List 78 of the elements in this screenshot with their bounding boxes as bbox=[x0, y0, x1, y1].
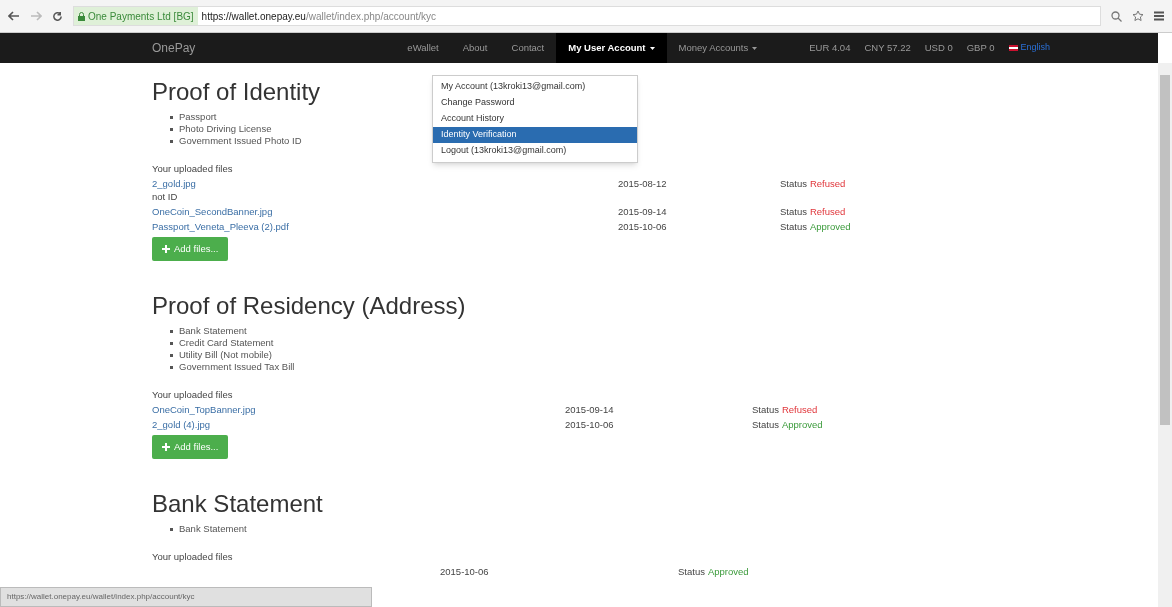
upload-date: 2015-09-14 bbox=[618, 205, 668, 218]
back-icon[interactable] bbox=[8, 11, 20, 21]
document-type: Utility Bill (Not mobile) bbox=[179, 349, 272, 361]
section-heading: Bank Statement bbox=[152, 489, 323, 519]
menu-item[interactable]: Identity Verification bbox=[433, 127, 637, 143]
nav-link[interactable]: My User Account bbox=[556, 33, 667, 63]
file-link[interactable]: OneCoin_SecondBanner.jpg bbox=[152, 205, 273, 218]
bullet-icon bbox=[170, 127, 173, 131]
status-value: Approved bbox=[707, 565, 749, 578]
file-link[interactable]: 2_gold.jpg bbox=[152, 177, 196, 190]
upload-date: 2015-09-14 bbox=[565, 403, 615, 416]
file-link[interactable]: 2_gold (4).jpg bbox=[152, 418, 211, 431]
caret-icon bbox=[752, 46, 758, 50]
reload-icon[interactable] bbox=[52, 10, 63, 22]
site-identity-badge[interactable]: One Payments Ltd [BG] bbox=[74, 7, 198, 25]
nav-link[interactable]: Contact bbox=[499, 33, 557, 63]
bullet-icon bbox=[170, 341, 173, 345]
scrollbar[interactable] bbox=[1158, 63, 1172, 607]
document-type: Bank Statement bbox=[179, 325, 247, 337]
nav-link[interactable]: About bbox=[450, 33, 500, 63]
document-type: Passport bbox=[179, 111, 217, 123]
caret-icon bbox=[649, 46, 655, 50]
document-type: Government Issued Photo ID bbox=[179, 135, 302, 147]
section-heading: Proof of Residency (Address) bbox=[152, 291, 466, 321]
plus-icon bbox=[162, 245, 170, 253]
balance-item[interactable]: GBP 0 bbox=[966, 40, 995, 56]
upload-date: 2015-10-06 bbox=[565, 418, 615, 431]
bullet-icon bbox=[170, 115, 173, 119]
address-bar[interactable]: One Payments Ltd [BG] https://wallet.onepay.eu/wallet/index.php/account/kyc bbox=[73, 6, 1101, 26]
status-value: Refused bbox=[809, 177, 846, 190]
file-link[interactable]: OneCoin_TopBanner.jpg bbox=[152, 403, 256, 416]
uploaded-files-label: Your uploaded files bbox=[152, 389, 233, 401]
plus-icon bbox=[162, 443, 170, 451]
status-label: Status bbox=[780, 205, 807, 218]
status-value: Refused bbox=[809, 205, 846, 218]
menu-item[interactable]: Logout (13kroki13@gmail.com) bbox=[433, 143, 637, 159]
document-type: Bank Statement bbox=[179, 523, 247, 535]
bullet-icon bbox=[170, 139, 173, 143]
brand-name[interactable]: OnePay bbox=[152, 39, 196, 57]
nav-link[interactable]: eWallet bbox=[395, 33, 451, 63]
search-icon[interactable] bbox=[1111, 10, 1122, 22]
bullet-icon bbox=[170, 353, 173, 357]
document-type: Credit Card Statement bbox=[179, 337, 274, 349]
file-link[interactable]: Passport_Veneta_Pleeva (2).pdf bbox=[152, 220, 289, 233]
upload-date: 2015-10-06 bbox=[440, 565, 490, 578]
bullet-icon bbox=[170, 527, 173, 531]
status-label: Status bbox=[752, 403, 779, 416]
status-label: Status bbox=[780, 177, 807, 190]
bullet-icon bbox=[170, 365, 173, 369]
status-url-tooltip: https://wallet.onepay.eu/wallet/index.php/account/kyc bbox=[0, 587, 372, 607]
language-link[interactable]: English bbox=[1020, 41, 1051, 55]
menu-item[interactable]: Change Password bbox=[433, 95, 637, 111]
status-label: Status bbox=[678, 565, 705, 578]
url-text: https://wallet.onepay.eu/wallet/index.php/account/kyc bbox=[201, 9, 436, 24]
menu-item[interactable]: Account History bbox=[433, 111, 637, 127]
status-label: Status bbox=[752, 418, 779, 431]
upload-date: 2015-08-12 bbox=[618, 177, 668, 190]
status-value: Approved bbox=[809, 220, 851, 233]
flag-icon bbox=[1008, 45, 1018, 51]
uploaded-files-label: Your uploaded files bbox=[152, 163, 233, 175]
upload-date: 2015-10-06 bbox=[618, 220, 668, 233]
status-value: Approved bbox=[781, 418, 823, 431]
lock-icon bbox=[78, 11, 85, 21]
document-type: Government Issued Tax Bill bbox=[179, 361, 295, 373]
status-value: Refused bbox=[781, 403, 818, 416]
section-heading: Proof of Identity bbox=[152, 77, 321, 107]
balance-item[interactable]: USD 0 bbox=[924, 40, 953, 56]
nav-link[interactable]: Money Accounts bbox=[666, 33, 770, 63]
star-icon[interactable] bbox=[1132, 10, 1144, 22]
balance-item[interactable]: CNY 57.22 bbox=[864, 40, 911, 56]
menu-item[interactable]: My Account (13kroki13@gmail.com) bbox=[433, 79, 637, 95]
balance-item[interactable]: EUR 4.04 bbox=[809, 40, 851, 56]
document-type: Photo Driving License bbox=[179, 123, 272, 135]
file-note: not ID bbox=[152, 190, 178, 203]
uploaded-files-label: Your uploaded files bbox=[152, 551, 233, 563]
bullet-icon bbox=[170, 329, 173, 333]
menu-icon[interactable] bbox=[1154, 11, 1164, 21]
status-label: Status bbox=[780, 220, 807, 233]
